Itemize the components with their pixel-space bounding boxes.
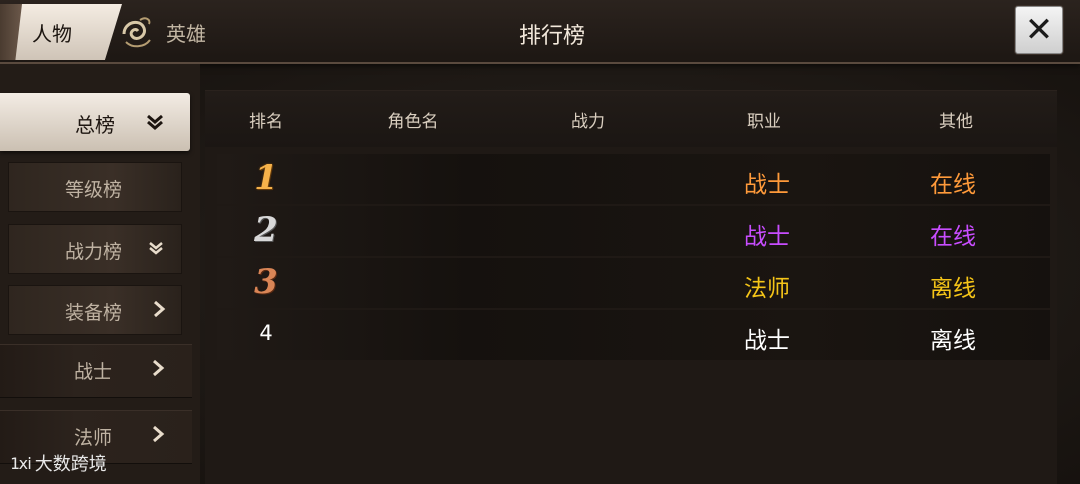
page-title: 排行榜 — [518, 24, 585, 49]
column-header-power: 战力 — [571, 112, 605, 132]
sidebar-item-power[interactable]: 战力榜 — [8, 224, 182, 274]
player-status: 在线 — [930, 172, 976, 198]
sidebar-item-label: 法师 — [74, 427, 113, 449]
table-row[interactable]: 3 法师 离线 — [217, 258, 1050, 308]
player-class: 战士 — [744, 224, 790, 250]
player-status: 离线 — [930, 328, 976, 354]
table-row[interactable]: 1 战士 在线 — [217, 154, 1050, 204]
player-class: 战士 — [744, 328, 790, 354]
rank-number: 4 — [259, 321, 273, 345]
sidebar-item-label: 战士 — [74, 361, 113, 383]
column-header-name: 角色名 — [387, 112, 439, 132]
sidebar-item-label: 等级榜 — [65, 179, 123, 201]
top-bar: 人物 英雄 排行榜 ✕ — [0, 0, 1080, 64]
table-header: 排名 角色名 战力 职业 其他 — [205, 91, 1057, 147]
sidebar-item-label: 总榜 — [75, 113, 115, 137]
player-status: 在线 — [930, 224, 976, 250]
watermark-logo: 1ⅺ — [10, 453, 32, 473]
table-row[interactable]: 4 战士 离线 — [217, 310, 1050, 360]
chevron-right-icon — [153, 425, 165, 443]
player-class: 法师 — [744, 276, 790, 302]
chevron-right-icon — [153, 359, 165, 377]
column-header-rank: 排名 — [249, 112, 283, 132]
column-header-class: 职业 — [747, 112, 781, 132]
sidebar-item-warrior[interactable]: 战士 — [0, 344, 192, 398]
chevron-right-icon — [154, 300, 166, 318]
sidebar: 总榜 等级榜 战力榜 装备榜 战士 法师 — [0, 64, 200, 484]
rank-silver-badge: 2 — [254, 210, 278, 250]
player-status: 离线 — [930, 276, 976, 302]
table-row[interactable]: 2 战士 在线 — [217, 206, 1050, 256]
watermark-text: 大数跨境 — [34, 454, 107, 475]
close-button[interactable]: ✕ — [1015, 6, 1063, 54]
rank-bronze-badge: 3 — [254, 262, 278, 302]
sidebar-item-label: 装备榜 — [65, 302, 123, 324]
watermark: 1ⅺ 大数跨境 — [10, 450, 107, 476]
sidebar-item-label: 战力榜 — [65, 241, 123, 263]
double-chevron-down-icon — [149, 242, 163, 255]
leaderboard-screen: 人物 英雄 排行榜 ✕ 总榜 等级榜 战力榜 装备榜 战士 法师 排名 角色名 … — [0, 0, 1080, 484]
sidebar-item-level[interactable]: 等级榜 — [8, 162, 182, 212]
sidebar-item-overall[interactable]: 总榜 — [0, 93, 190, 151]
sidebar-item-equipment[interactable]: 装备榜 — [8, 285, 182, 335]
close-icon: ✕ — [1024, 10, 1054, 50]
rank-gold-badge: 1 — [254, 158, 278, 198]
player-class: 战士 — [744, 172, 790, 198]
leaderboard-table: 排名 角色名 战力 职业 其他 1 战士 在线 2 战士 在线 3 法师 离线 … — [205, 90, 1057, 484]
double-chevron-down-icon — [147, 114, 163, 130]
column-header-other: 其他 — [939, 112, 973, 132]
